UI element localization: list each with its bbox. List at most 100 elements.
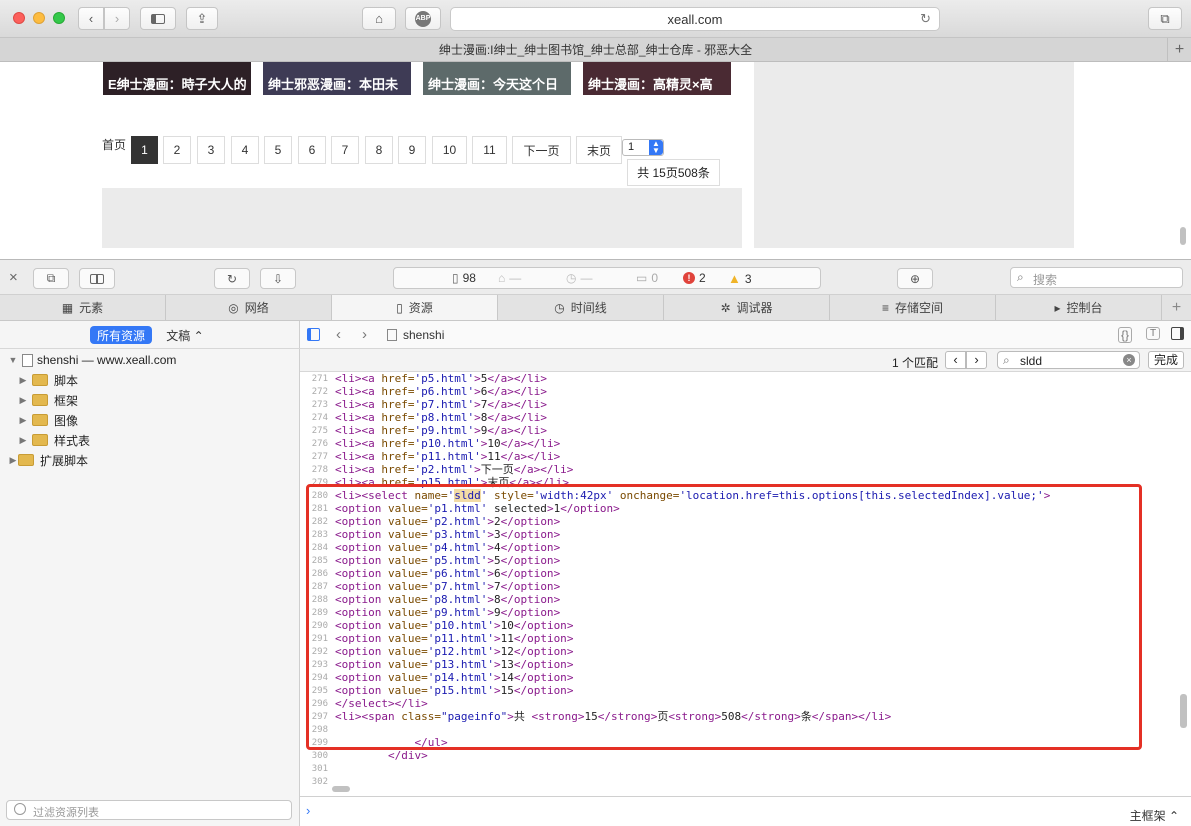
- pager-first-link[interactable]: 首页: [102, 136, 126, 153]
- chevron-right-icon: ›: [114, 11, 120, 26]
- tree-folder[interactable]: ▶ 样式表: [0, 430, 300, 450]
- adblock-button[interactable]: ABP: [405, 7, 441, 30]
- pager-page[interactable]: 1: [131, 136, 158, 164]
- tree-root[interactable]: ▼ shenshi — www.xeall.com: [0, 350, 300, 370]
- time-stat[interactable]: ◷ —: [566, 271, 592, 285]
- navigation-sidebar-icon[interactable]: [307, 328, 320, 341]
- pager-page[interactable]: 3: [197, 136, 225, 164]
- find-done-button[interactable]: 完成: [1148, 351, 1184, 369]
- zoom-window-button[interactable]: [53, 12, 65, 24]
- pager-page[interactable]: 4: [231, 136, 259, 164]
- back-button[interactable]: ‹: [78, 7, 104, 30]
- forward-icon[interactable]: ›: [362, 326, 367, 343]
- find-input[interactable]: ⌕ sldd ×: [997, 351, 1140, 369]
- plus-icon: +: [1174, 40, 1185, 58]
- resource-scope-bar: 所有资源 文稿 ⌃: [0, 321, 300, 349]
- pager-next-link[interactable]: 下一页: [512, 136, 571, 164]
- find-next-button[interactable]: ›: [966, 351, 987, 369]
- pager-page[interactable]: 9: [398, 136, 426, 164]
- find-previous-button[interactable]: ‹: [945, 351, 966, 369]
- close-inspector-icon[interactable]: ×: [9, 269, 18, 286]
- home-button[interactable]: ⌂: [362, 7, 396, 30]
- code-vscrollbar[interactable]: [1180, 694, 1187, 728]
- page-select[interactable]: 1 ▲ ▼: [622, 139, 664, 156]
- tree-extension-scripts[interactable]: ▶ 扩展脚本: [0, 450, 300, 470]
- disclosure-closed-icon[interactable]: ▶: [18, 395, 28, 406]
- details-sidebar-icon[interactable]: [1171, 327, 1184, 340]
- logs-stat[interactable]: ▭ 0: [636, 271, 658, 285]
- code-line: <li><a href='p6.html'>6</a></li>: [335, 385, 547, 398]
- pager-last-link[interactable]: 末页: [576, 136, 622, 164]
- tab-console[interactable]: ▸ 控制台: [996, 295, 1162, 320]
- comic-thumb[interactable]: 绅士漫画：今天这个日: [423, 62, 571, 95]
- tab-network[interactable]: ◎ 网络: [166, 295, 332, 320]
- dock-side-button[interactable]: [79, 268, 115, 289]
- reload-icon[interactable]: ↻: [920, 11, 931, 27]
- tab-title[interactable]: 绅士漫画:​​​I绅士_绅士图书馆_绅士总部_绅士仓库 - 邪恶大全: [439, 41, 752, 58]
- tab-timeline[interactable]: ◷ 时间线: [498, 295, 664, 320]
- page-scrollbar[interactable]: [1180, 227, 1186, 245]
- detach-inspector-button[interactable]: ⧉: [33, 268, 69, 289]
- pretty-print-icon[interactable]: {}: [1118, 327, 1133, 343]
- disclosure-closed-icon[interactable]: ▶: [18, 375, 28, 386]
- forward-button[interactable]: ›: [104, 7, 130, 30]
- pager-page[interactable]: 6: [298, 136, 326, 164]
- requests-stat[interactable]: ⌂ —: [498, 271, 521, 285]
- clear-search-icon[interactable]: ×: [1123, 354, 1135, 366]
- pager-page[interactable]: 5: [264, 136, 292, 164]
- folder-icon: [32, 394, 48, 406]
- folder-icon: [18, 454, 34, 466]
- pager-page[interactable]: 2: [163, 136, 191, 164]
- pager-page[interactable]: 11: [472, 136, 507, 164]
- add-tab-button[interactable]: +: [1162, 295, 1191, 320]
- share-button[interactable]: ⇪: [186, 7, 218, 30]
- tab-storage[interactable]: ≡ 存储空间: [830, 295, 996, 320]
- inspector-search-input[interactable]: ⌕ 搜索: [1010, 267, 1183, 288]
- errors-stat[interactable]: ! 2: [683, 271, 706, 285]
- code-hscrollbar[interactable]: [332, 786, 350, 792]
- page-select-value: 1: [628, 141, 635, 153]
- download-icon: ⇩: [272, 271, 284, 286]
- warnings-stat[interactable]: ▲ 3: [728, 271, 752, 286]
- tree-folder[interactable]: ▶ 图像: [0, 410, 300, 430]
- disclosure-closed-icon[interactable]: ▶: [18, 415, 28, 426]
- reload-page-button[interactable]: ↻: [214, 268, 250, 289]
- frame-selector[interactable]: 主框架 ⌃: [1130, 807, 1179, 824]
- errors-value: 2: [699, 271, 706, 285]
- pager-page[interactable]: 10: [432, 136, 467, 164]
- documents-dropdown[interactable]: 文稿 ⌃: [160, 326, 210, 344]
- tree-folder[interactable]: ▶ 脚本: [0, 370, 300, 390]
- tab-resources[interactable]: ▯ 资源: [332, 295, 498, 320]
- breadcrumb[interactable]: shenshi: [403, 328, 444, 342]
- resources-count[interactable]: ▯ 98: [452, 271, 476, 285]
- database-icon: ≡: [881, 300, 889, 315]
- pager-page[interactable]: 7: [331, 136, 359, 164]
- address-bar[interactable]: xeall.com ↻: [450, 7, 940, 31]
- minimize-window-button[interactable]: [33, 12, 45, 24]
- text-format-icon[interactable]: T: [1146, 327, 1161, 340]
- all-resources-button[interactable]: 所有资源: [90, 326, 152, 344]
- download-button[interactable]: ⇩: [260, 268, 296, 289]
- disclosure-closed-icon[interactable]: ▶: [18, 435, 28, 446]
- console-prompt[interactable]: › 主框架 ⌃: [300, 796, 1191, 826]
- element-picker-button[interactable]: ⊕: [897, 268, 933, 289]
- code-line: <li><a href='p2.html'>下一页</a></li>: [335, 463, 574, 476]
- tree-folder[interactable]: ▶ 框架: [0, 390, 300, 410]
- tab-elements[interactable]: ▦ 元素: [0, 295, 166, 320]
- tab-overview-button[interactable]: ⧉: [1148, 7, 1182, 30]
- new-tab-button[interactable]: +: [1167, 38, 1191, 61]
- comic-thumb[interactable]: E绅士漫画：時子大人的: [103, 62, 251, 95]
- disclosure-closed-icon[interactable]: ▶: [8, 455, 18, 466]
- back-icon[interactable]: ‹: [336, 326, 341, 343]
- document-icon: [387, 329, 397, 341]
- close-window-button[interactable]: [13, 12, 25, 24]
- filter-resources-input[interactable]: 过滤资源列表: [6, 800, 292, 820]
- comic-thumb[interactable]: 绅士邪恶漫画：本田未: [263, 62, 411, 95]
- comic-thumb[interactable]: 绅士漫画：高精灵×高: [583, 62, 731, 95]
- line-number: 274: [311, 413, 328, 423]
- sidebar-toggle-button[interactable]: [140, 7, 176, 30]
- inspector-toolbar: × ⧉ ↻ ⇩ ▯ 98 ⌂ — ◷ — ▭ 0 ! 2 ▲ 3 ⊕ ⌕ 搜索: [0, 259, 1191, 295]
- pager-page[interactable]: 8: [365, 136, 393, 164]
- tab-debugger[interactable]: ✲ 调试器: [664, 295, 830, 320]
- disclosure-open-icon[interactable]: ▼: [8, 355, 18, 365]
